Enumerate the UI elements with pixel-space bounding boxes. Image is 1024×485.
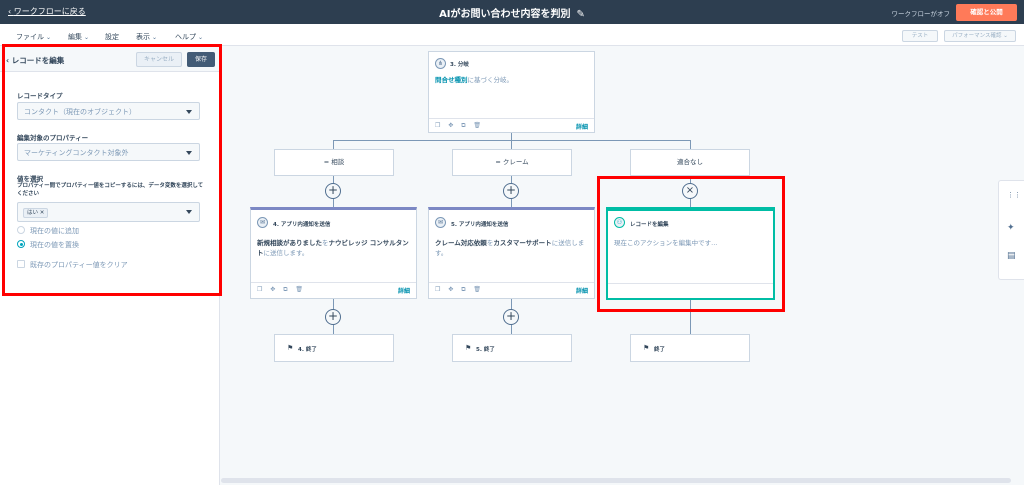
value-select[interactable]: はい ✕ xyxy=(17,202,200,222)
notification-card-body: クレーム対応依頼をカスタマーサポートに送信します。 xyxy=(435,239,585,257)
add-action-button[interactable]: + xyxy=(325,183,341,199)
branch-consult[interactable]: = 相談 xyxy=(274,149,394,176)
workflow-title[interactable]: AIがお問い合わせ内容を判別 ✎ xyxy=(0,5,1024,20)
workflow-status: ワークフローがオフ xyxy=(891,10,951,18)
connector-line xyxy=(333,140,691,141)
edit-record-card[interactable]: ⚇ レコードを編集 現在このアクションを編集中です... xyxy=(606,207,775,300)
value-tag[interactable]: はい ✕ xyxy=(23,208,49,218)
branch-card-body: 問合せ種別に基づく分岐。 xyxy=(435,76,513,84)
value-help-text: プロパティー間でプロパティー値をコピーするには、データ変数を選択してください xyxy=(17,183,204,197)
radio-replace[interactable] xyxy=(17,240,25,248)
chat-icon[interactable]: ▤ xyxy=(1007,251,1016,261)
chevron-down-icon: ⌄ xyxy=(84,34,90,41)
record-type-value: コンタクト（現在のオブジェクト） xyxy=(24,108,136,116)
menu-edit[interactable]: 編集 ⌄ xyxy=(68,32,89,42)
end-node[interactable]: ⚑ 終了 xyxy=(630,334,750,362)
performance-button[interactable]: パフォーマンス確認 ⌄ xyxy=(944,30,1016,42)
card-footer: ❐ ✥ ⧉ 🗑 詳細 xyxy=(429,118,594,132)
details-link[interactable]: 詳細 xyxy=(576,286,588,295)
notification-card-title: 5. アプリ内通知を送信 xyxy=(451,222,509,228)
branch-card-title: 3. 分岐 xyxy=(450,62,469,68)
chevron-down-icon: ⌄ xyxy=(152,34,158,41)
pencil-icon[interactable]: ✎ xyxy=(577,9,585,20)
card-action-icons[interactable]: ❐ ✥ ⧉ 🗑 xyxy=(257,286,306,294)
workflow-canvas[interactable]: ⋔ 3. 分岐 問合せ種別に基づく分岐。 ❐ ✥ ⧉ 🗑 詳細 = 相談 = ク… xyxy=(221,46,992,485)
end-node-5[interactable]: ⚑ 5. 終了 xyxy=(452,334,572,362)
chevron-down-icon: ⌄ xyxy=(46,34,52,41)
card-footer: ❐ ✥ ⧉ 🗑 詳細 xyxy=(251,282,416,296)
end-node-4[interactable]: ⚑ 4. 終了 xyxy=(274,334,394,362)
test-button[interactable]: テスト xyxy=(902,30,938,42)
branch-no-match[interactable]: 適合なし xyxy=(630,149,750,176)
edit-record-card-body: 現在このアクションを編集中です... xyxy=(614,239,718,247)
message-icon: ✉ xyxy=(435,217,446,228)
branch-icon: ⋔ xyxy=(435,58,446,69)
notification-card-complaint[interactable]: ✉ 5. アプリ内通知を送信 クレーム対応依頼をカスタマーサポートに送信します。… xyxy=(428,207,595,299)
property-value: マーケティングコンタクト対象外 xyxy=(24,149,129,157)
sparkle-icon[interactable]: ✦ xyxy=(1007,223,1015,233)
menu-help[interactable]: ヘルプ ⌄ xyxy=(175,32,203,42)
caret-down-icon xyxy=(186,210,192,214)
close-icon[interactable]: ✕ xyxy=(40,210,45,216)
property-select[interactable]: マーケティングコンタクト対象外 xyxy=(17,143,200,161)
connector-line xyxy=(333,140,334,149)
caret-down-icon xyxy=(186,110,192,114)
connector-line xyxy=(690,300,691,334)
card-footer: ❐ ✥ ⧉ 🗑 詳細 xyxy=(429,282,594,296)
chevron-down-icon: ⌄ xyxy=(198,34,204,41)
menu-bar: ファイル ⌄ 編集 ⌄ 設定 表示 ⌄ ヘルプ ⌄ テスト パフォーマンス確認 ⌄ xyxy=(0,24,1024,46)
notification-card-body: 新規相談がありましたをナウビレッジ コンサルタントに送信します。 xyxy=(257,239,409,257)
add-action-button[interactable]: + xyxy=(503,309,519,325)
connector-line xyxy=(690,140,691,149)
add-action-button[interactable]: + xyxy=(325,309,341,325)
card-action-icons[interactable]: ❐ ✥ ⧉ 🗑 xyxy=(435,122,484,130)
record-type-label: レコードタイプ xyxy=(17,92,63,100)
card-footer xyxy=(608,283,773,297)
flag-icon: ⚑ xyxy=(465,344,472,352)
connector-line xyxy=(511,133,512,149)
card-action-icons[interactable]: ❐ ✥ ⧉ 🗑 xyxy=(435,286,484,294)
workflow-title-text: AIがお問い合わせ内容を判別 xyxy=(439,9,571,20)
menu-settings[interactable]: 設定 xyxy=(105,32,119,42)
panel-header: ‹ レコードを編集 キャンセル 保存 xyxy=(0,46,220,72)
people-icon: ⚇ xyxy=(614,217,625,228)
checkbox-clear[interactable] xyxy=(17,260,25,268)
save-button[interactable]: 保存 xyxy=(187,52,215,67)
details-link[interactable]: 詳細 xyxy=(576,122,588,131)
add-action-button[interactable]: + xyxy=(503,183,519,199)
details-link[interactable]: 詳細 xyxy=(398,286,410,295)
caret-down-icon xyxy=(186,151,192,155)
menu-view[interactable]: 表示 ⌄ xyxy=(136,32,157,42)
review-publish-button[interactable]: 確認と公開 xyxy=(956,4,1017,21)
menu-file[interactable]: ファイル ⌄ xyxy=(16,32,51,42)
flag-icon: ⚑ xyxy=(643,344,650,352)
notification-card-consult[interactable]: ✉ 4. アプリ内通知を送信 新規相談がありましたをナウビレッジ コンサルタント… xyxy=(250,207,417,299)
property-label: 編集対象のプロパティー xyxy=(17,134,89,142)
cancel-button[interactable]: キャンセル xyxy=(136,52,182,67)
edit-record-panel: ‹ レコードを編集 キャンセル 保存 レコードタイプ コンタクト（現在のオブジェ… xyxy=(0,46,220,485)
notification-card-title: 4. アプリ内通知を送信 xyxy=(273,222,331,228)
edit-record-card-title: レコードを編集 xyxy=(630,222,669,228)
radio-append[interactable] xyxy=(17,226,25,234)
horizontal-scrollbar[interactable] xyxy=(221,478,1011,483)
top-bar: ‹ ワークフローに戻る AIがお問い合わせ内容を判別 ✎ ワークフローがオフ 確認… xyxy=(0,0,1024,24)
panel-title[interactable]: ‹ レコードを編集 xyxy=(6,55,64,66)
record-type-select[interactable]: コンタクト（現在のオブジェクト） xyxy=(17,102,200,120)
close-insert-button[interactable]: × xyxy=(682,183,698,199)
branch-complaint[interactable]: = クレーム xyxy=(452,149,572,176)
branch-action-card[interactable]: ⋔ 3. 分岐 問合せ種別に基づく分岐。 ❐ ✥ ⧉ 🗑 詳細 xyxy=(428,51,595,133)
grip-icon[interactable]: ⋮⋮ xyxy=(1007,191,1021,199)
flag-icon: ⚑ xyxy=(287,344,294,352)
message-icon: ✉ xyxy=(257,217,268,228)
right-rail: ⋮⋮ ✦ ▤ xyxy=(998,180,1024,280)
